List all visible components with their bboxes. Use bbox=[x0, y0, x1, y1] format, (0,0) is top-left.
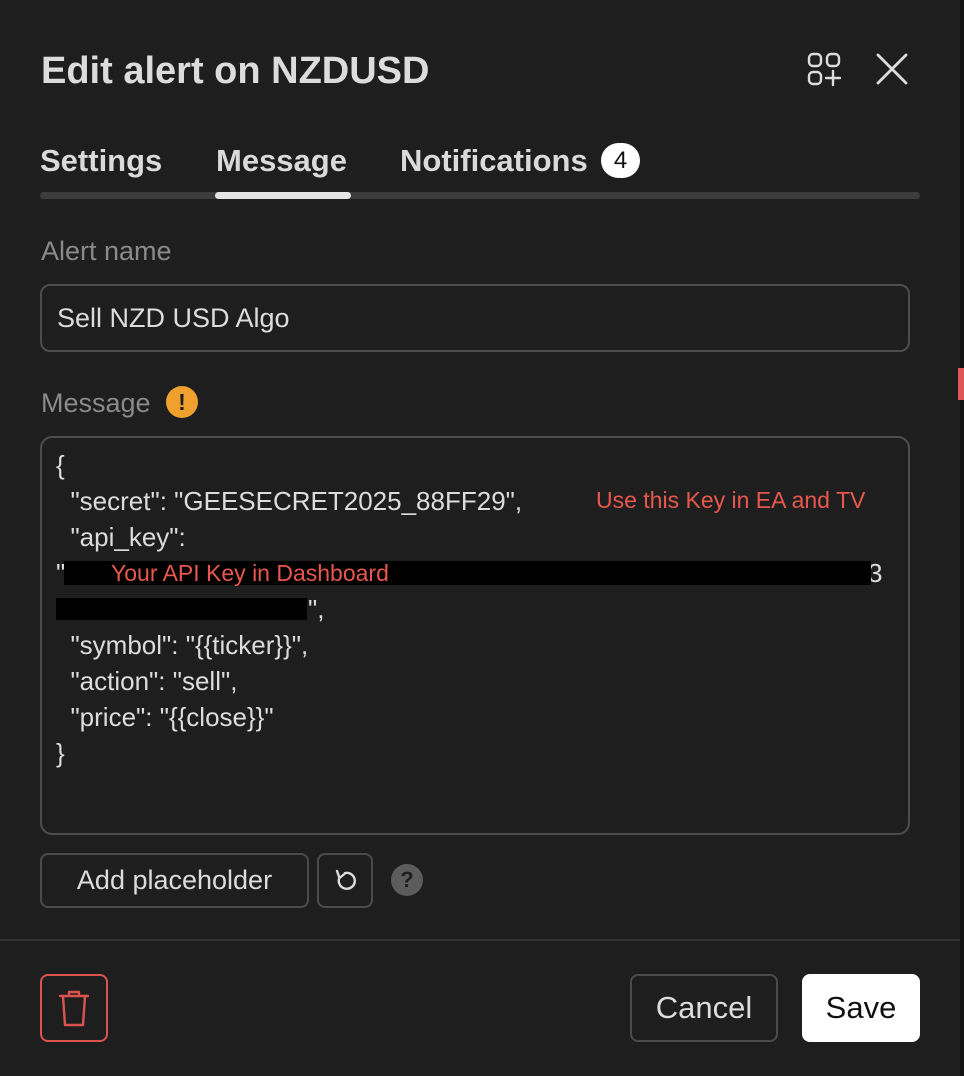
secret-key-annotation: Use this Key in EA and TV bbox=[596, 487, 866, 513]
grid-plus-icon[interactable] bbox=[806, 51, 842, 87]
help-icon[interactable]: ? bbox=[391, 864, 423, 896]
message-line: "action": "sell", bbox=[56, 666, 238, 696]
alert-name-label: Alert name bbox=[41, 236, 172, 266]
redaction-bar bbox=[56, 598, 307, 620]
message-line: ", bbox=[308, 594, 325, 624]
footer-divider bbox=[0, 939, 960, 941]
dialog-title: Edit alert on NZDUSD bbox=[41, 50, 430, 92]
active-tab-indicator bbox=[215, 192, 351, 199]
message-line: "symbol": "{{ticker}}", bbox=[56, 630, 309, 660]
delete-alert-button[interactable] bbox=[40, 974, 108, 1042]
tab-track bbox=[40, 192, 920, 199]
tab-message[interactable]: Message bbox=[216, 138, 347, 184]
edit-alert-dialog: Edit alert on NZDUSD Settings Message No… bbox=[0, 0, 960, 1076]
save-button[interactable]: Save bbox=[802, 974, 920, 1042]
message-label: Message bbox=[41, 388, 151, 418]
tab-notifications[interactable]: Notifications bbox=[400, 138, 964, 184]
tab-bar: Settings Message Notifications 4 bbox=[40, 138, 920, 200]
trash-icon bbox=[58, 990, 90, 1027]
reset-icon bbox=[335, 869, 356, 890]
tab-label: Message bbox=[216, 143, 347, 178]
exclamation-icon: ! bbox=[166, 386, 198, 418]
tab-label: Notifications bbox=[400, 143, 588, 178]
message-line: "api_key": bbox=[56, 522, 186, 552]
close-icon[interactable] bbox=[874, 51, 910, 87]
cancel-button[interactable]: Cancel bbox=[630, 974, 778, 1042]
tab-settings[interactable]: Settings bbox=[40, 138, 162, 184]
tab-label: Settings bbox=[40, 143, 163, 178]
reset-button[interactable] bbox=[317, 853, 373, 908]
message-line: "secret": "GEESECRET2025_88FF29", bbox=[56, 486, 523, 516]
alert-name-input[interactable] bbox=[40, 284, 910, 352]
message-line: "price": "{{close}}" bbox=[56, 702, 274, 732]
api-key-annotation: Your API Key in Dashboard bbox=[111, 560, 389, 586]
message-line: } bbox=[56, 738, 65, 768]
background-edge-marker bbox=[958, 368, 964, 400]
add-placeholder-button[interactable]: Add placeholder bbox=[40, 853, 309, 908]
message-line: { bbox=[56, 450, 65, 480]
notifications-count-badge: 4 bbox=[601, 143, 640, 178]
